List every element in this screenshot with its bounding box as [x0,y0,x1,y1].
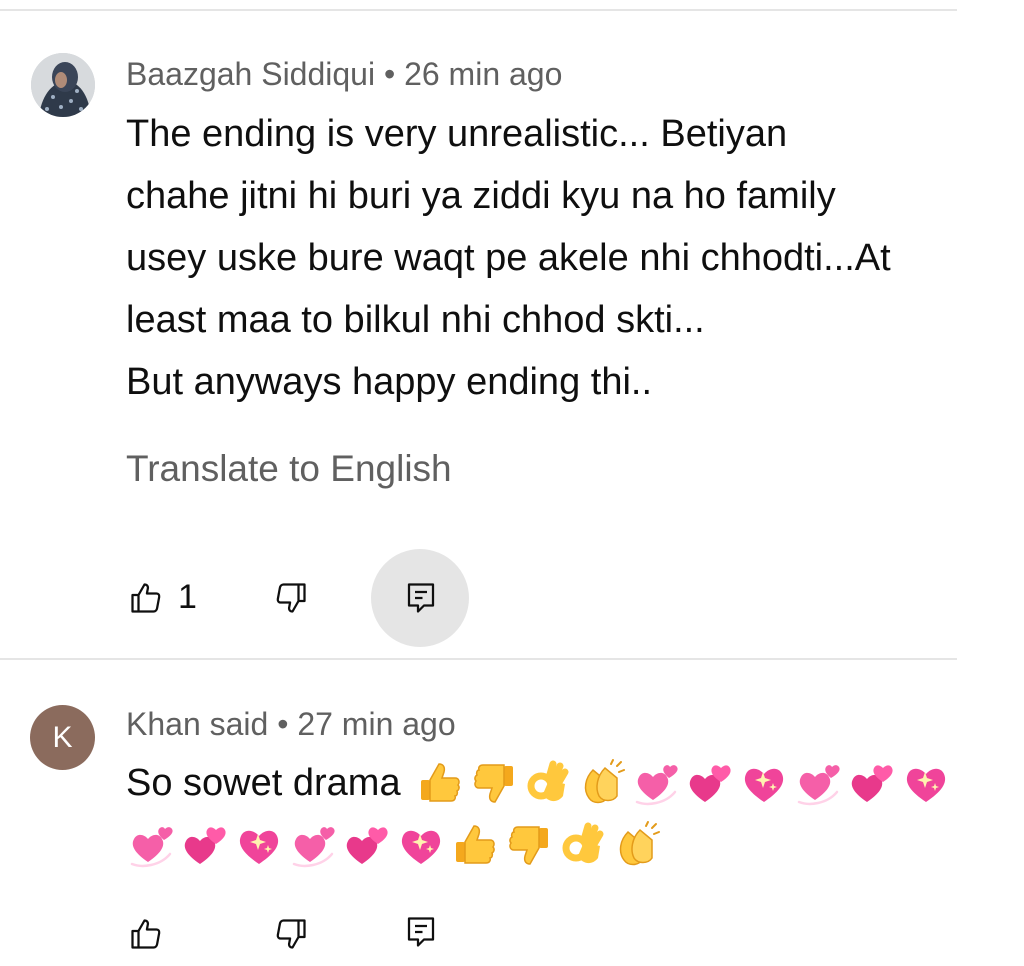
thumbs-up-icon [131,582,161,613]
comment-line: chahe jitni hi buri ya ziddi kyu na ho f… [126,175,836,217]
comment-line: usey uske bure waqt pe akele nhi chhodti… [126,237,891,279]
two-hearts-icon [685,758,735,808]
emoji-row [126,820,662,870]
author-name[interactable]: Khan said [126,706,268,742]
comment-line: So sowet drama [126,752,958,814]
comment-text: So sowet drama [126,752,958,876]
sparkling-heart-icon [396,820,446,870]
comment-text-span: So sowet drama [126,762,401,804]
author-name[interactable]: Baazgah Siddiqui [126,56,375,92]
reply-icon-wrap[interactable] [403,580,439,616]
sparkling-heart-icon [901,758,951,808]
avatar[interactable]: K [30,705,95,770]
thumbs-up-icon [450,820,500,870]
comment-line: But anyways happy ending thi.. [126,361,653,403]
reply-icon [407,917,435,947]
comment-line: least maa to bilkul nhi chhod skti... [126,299,705,341]
clapping-hands-icon [577,758,627,808]
ok-hand-icon [523,758,573,808]
like-button[interactable] [128,916,164,952]
meta-separator: • [277,706,289,742]
clapping-hands-icon [612,820,662,870]
two-hearts-icon [342,820,392,870]
comment-line: The ending is very unrealistic... Betiya… [126,113,788,155]
dislike-button[interactable] [273,580,309,616]
like-count: 1 [178,578,197,616]
comment-time[interactable]: 26 min ago [404,56,562,92]
thumbs-down-icon [469,758,519,808]
comments-panel: Baazgah Siddiqui • 26 min ago The ending… [0,0,1024,966]
two-hearts-icon [180,820,230,870]
avatar[interactable] [31,53,95,117]
comment-meta: Baazgah Siddiqui • 26 min ago [126,56,562,93]
comment-text: The ending is very unrealistic... Betiya… [126,103,958,413]
comment-divider [0,658,957,660]
thumbs-down-icon [504,820,554,870]
top-divider [0,9,957,11]
dislike-button[interactable] [273,916,309,952]
reply-button[interactable] [403,914,439,950]
thumbs-up-icon [415,758,465,808]
thumbs-down-icon [276,919,306,949]
sparkling-heart-icon [739,758,789,808]
ok-hand-icon [558,820,608,870]
thumbs-up-icon [131,919,161,949]
revolving-hearts-icon [288,820,338,870]
like-button[interactable]: 1 [128,578,197,617]
avatar-photo-icon [31,53,95,117]
reply-icon [407,583,435,613]
sparkling-heart-icon [234,820,284,870]
emoji-row [415,758,951,808]
revolving-hearts-icon [631,758,681,808]
comment-line [126,814,958,876]
translate-link[interactable]: Translate to English [126,448,452,490]
thumbs-down-icon [276,583,306,613]
comment-time[interactable]: 27 min ago [297,706,455,742]
meta-separator: • [383,56,396,92]
revolving-hearts-icon [126,820,176,870]
revolving-hearts-icon [793,758,843,808]
two-hearts-icon [847,758,897,808]
comment-meta: Khan said • 27 min ago [126,706,456,743]
